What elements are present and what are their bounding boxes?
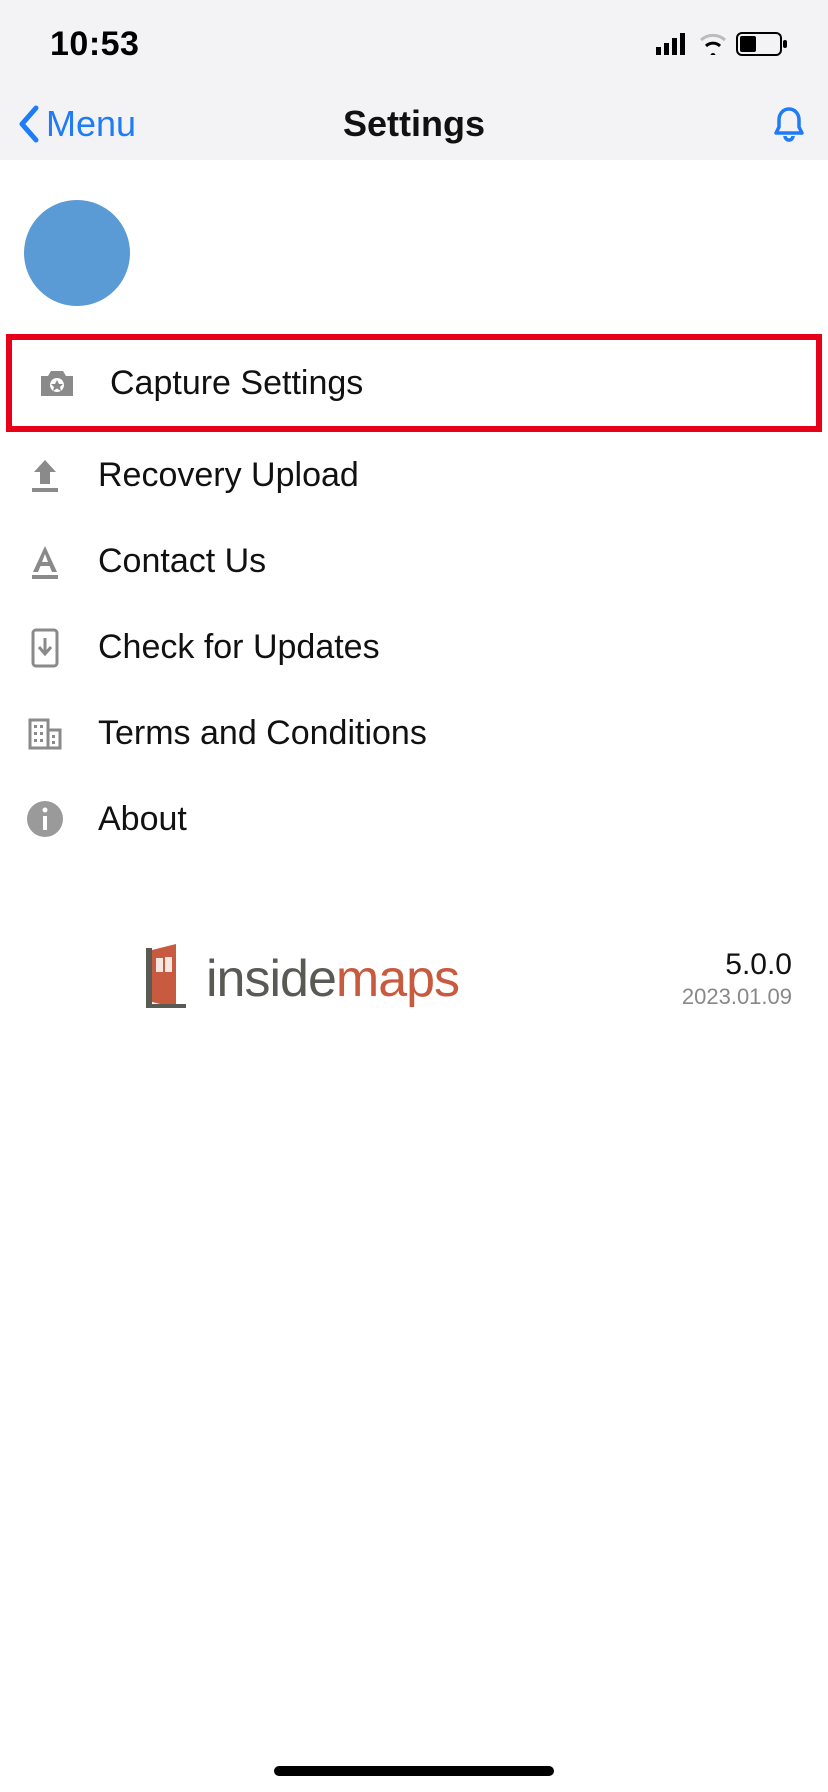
- list-item-label: About: [98, 800, 187, 839]
- upload-icon: [24, 454, 66, 496]
- battery-icon: [736, 32, 788, 56]
- list-item-recovery-upload[interactable]: Recovery Upload: [0, 432, 828, 518]
- bell-icon: [772, 105, 806, 143]
- list-item-contact-us[interactable]: Contact Us: [0, 518, 828, 604]
- status-indicators: [656, 32, 788, 56]
- back-label: Menu: [46, 103, 136, 145]
- avatar: [24, 200, 130, 306]
- settings-list: Capture Settings Recovery Upload Contact…: [0, 334, 828, 862]
- list-item-label: Contact Us: [98, 542, 266, 581]
- list-item-capture-settings[interactable]: Capture Settings: [12, 340, 816, 426]
- wifi-icon: [698, 33, 728, 55]
- list-item-label: Check for Updates: [98, 628, 380, 667]
- status-time: 10:53: [50, 25, 139, 64]
- profile-row[interactable]: [0, 160, 828, 334]
- footer: insidemaps 5.0.0 2023.01.09: [0, 862, 828, 1016]
- list-item-about[interactable]: About: [0, 776, 828, 862]
- content: Capture Settings Recovery Upload Contact…: [0, 160, 828, 1016]
- door-icon: [140, 942, 192, 1016]
- nav-bar: Menu Settings: [0, 88, 828, 160]
- download-device-icon: [24, 626, 66, 668]
- list-item-check-updates[interactable]: Check for Updates: [0, 604, 828, 690]
- list-item-label: Recovery Upload: [98, 456, 359, 495]
- version-date: 2023.01.09: [682, 984, 792, 1010]
- brand-text-part2: maps: [336, 950, 459, 1008]
- brand-text-part1: inside: [206, 950, 336, 1008]
- list-item-label: Capture Settings: [110, 364, 363, 403]
- back-button[interactable]: Menu: [16, 103, 136, 145]
- version-block: 5.0.0 2023.01.09: [682, 948, 792, 1010]
- camera-icon: [36, 362, 78, 404]
- list-item-label: Terms and Conditions: [98, 714, 427, 753]
- building-icon: [24, 712, 66, 754]
- page-title: Settings: [343, 103, 485, 145]
- chevron-left-icon: [16, 104, 42, 144]
- list-item-terms[interactable]: Terms and Conditions: [0, 690, 828, 776]
- brand-text: insidemaps: [206, 949, 459, 1009]
- brand-logo: insidemaps: [140, 942, 459, 1016]
- version-number: 5.0.0: [682, 948, 792, 982]
- cellular-icon: [656, 33, 690, 55]
- info-icon: [24, 798, 66, 840]
- text-a-icon: [24, 540, 66, 582]
- notifications-button[interactable]: [772, 105, 806, 143]
- home-indicator[interactable]: [274, 1766, 554, 1776]
- status-bar: 10:53: [0, 0, 828, 88]
- highlight-capture-settings: Capture Settings: [6, 334, 822, 432]
